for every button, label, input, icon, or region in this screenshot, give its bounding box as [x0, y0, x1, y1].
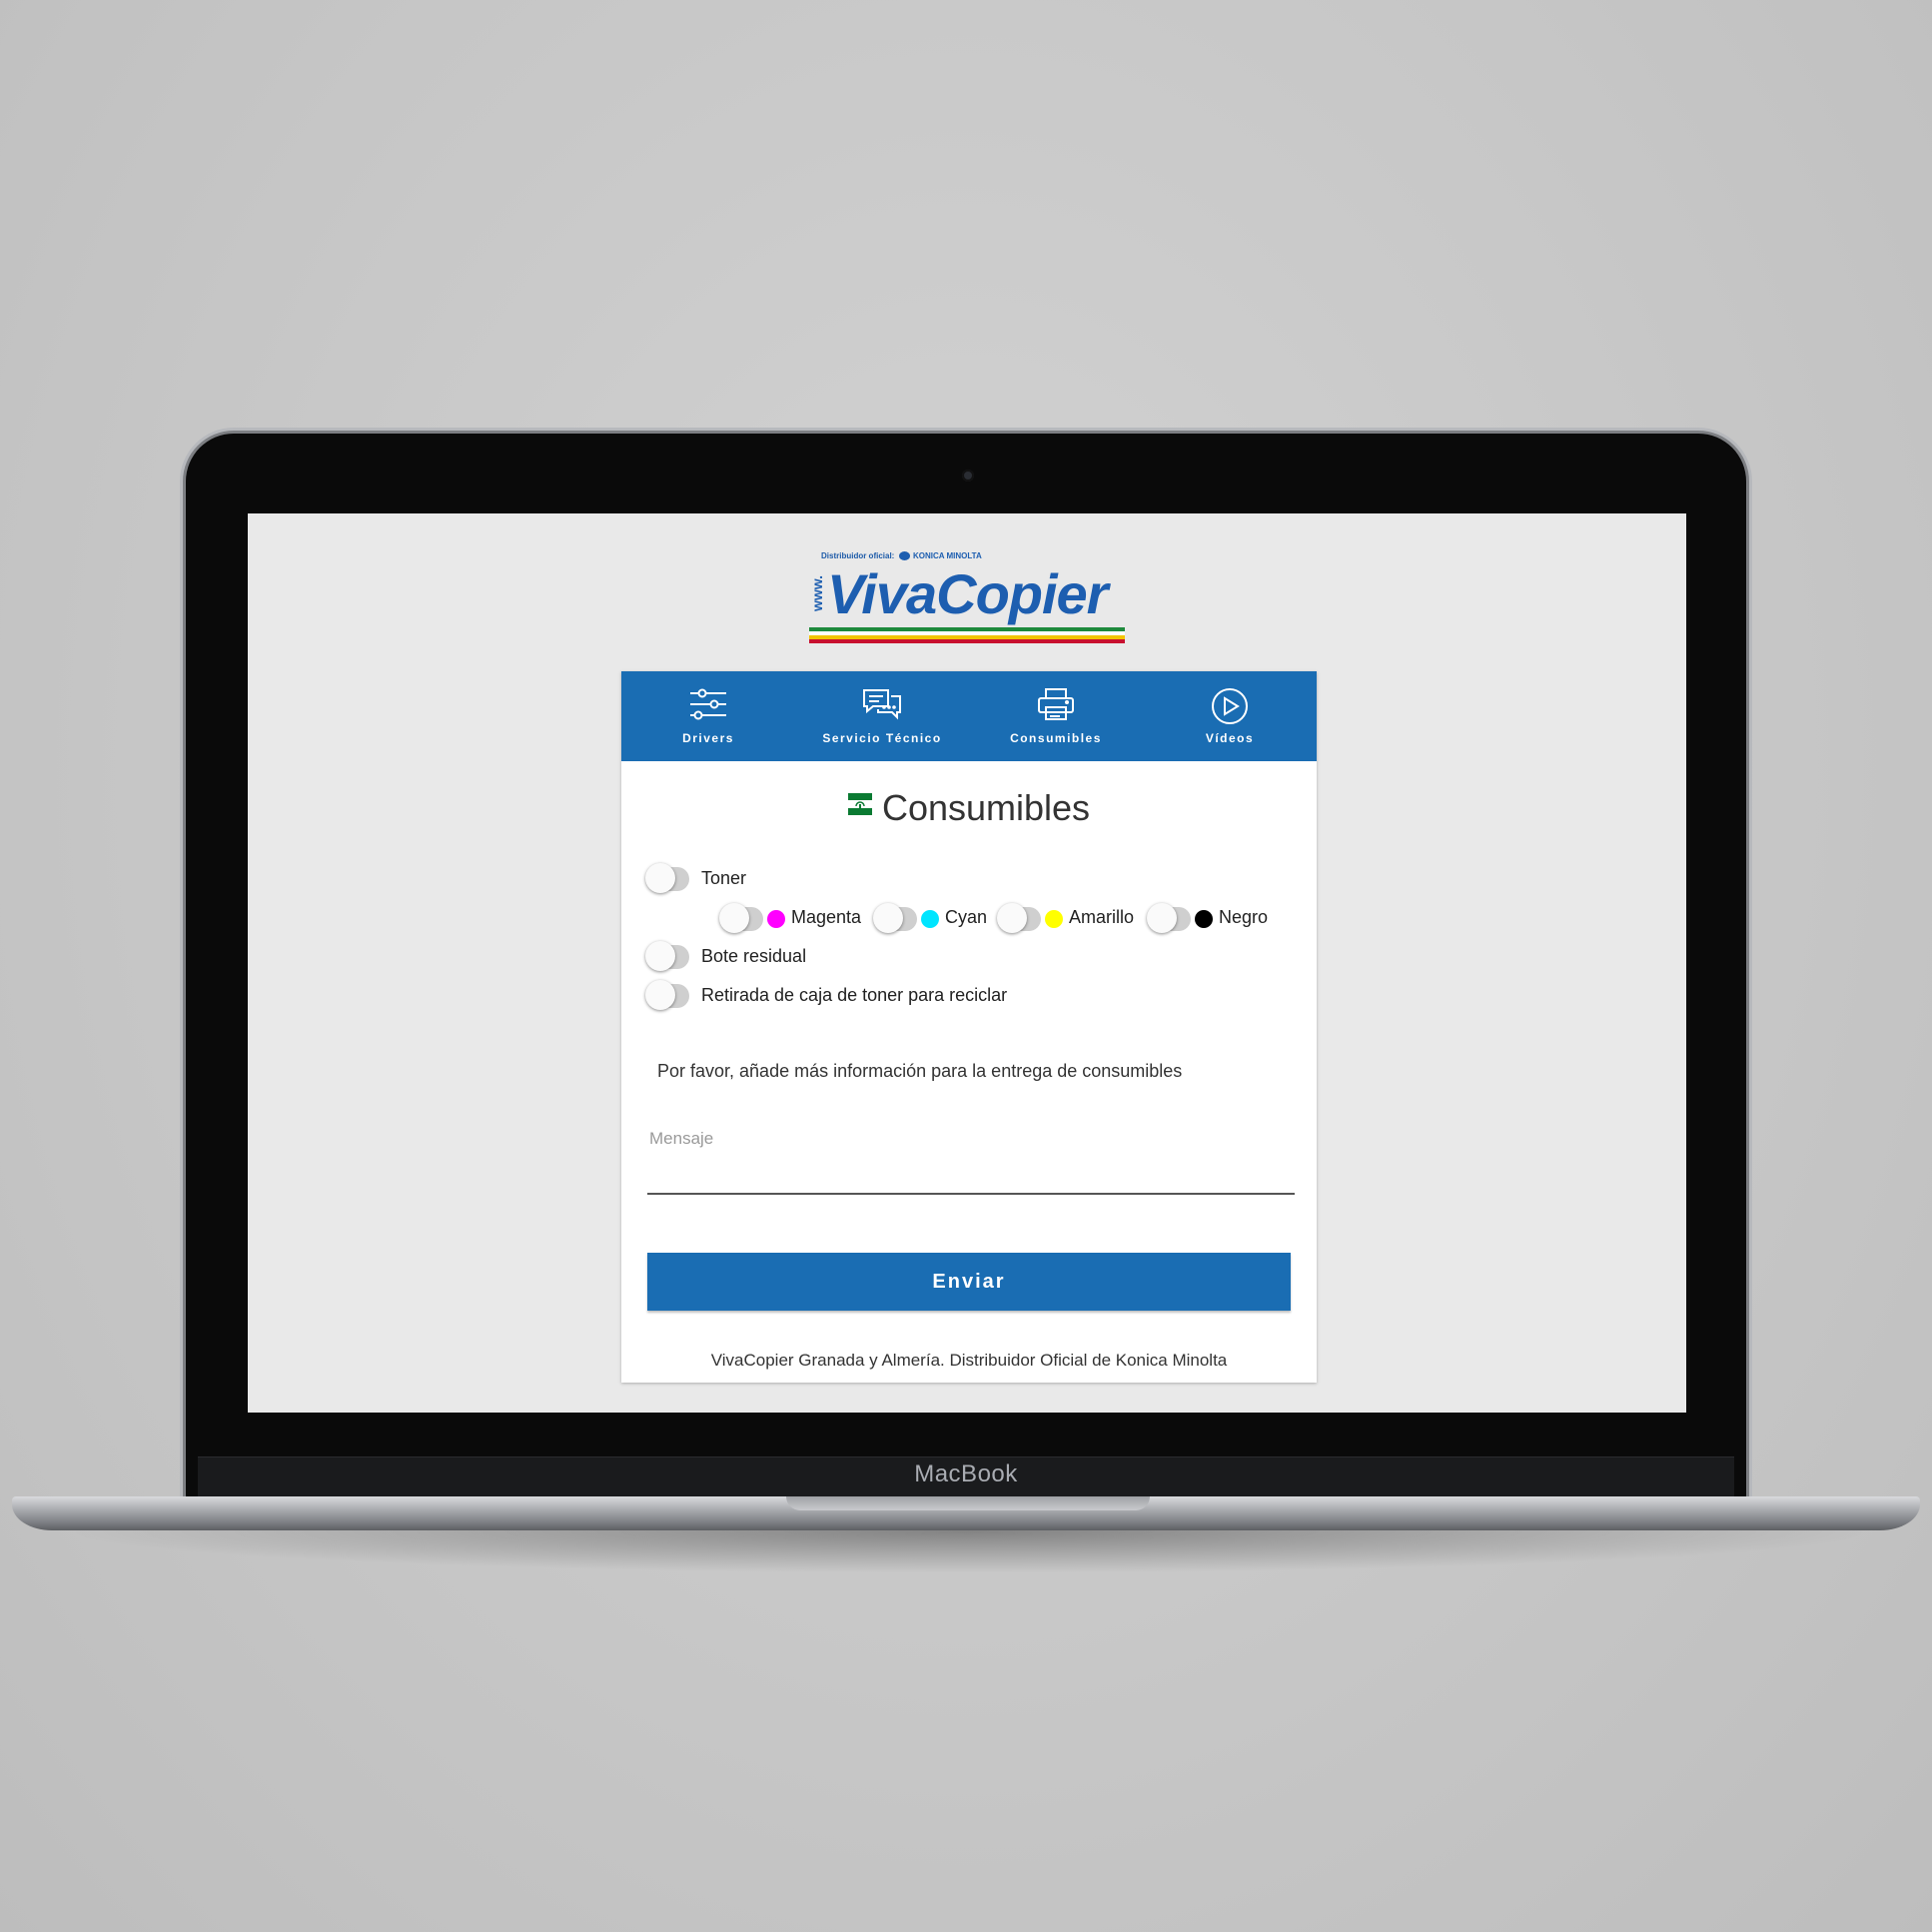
- retirada-label: Retirada de caja de toner para reciclar: [701, 985, 1008, 1005]
- laptop-notch: [786, 1496, 1150, 1510]
- magenta-label: Magenta: [791, 907, 862, 927]
- retirada-toggle[interactable]: [645, 980, 689, 1010]
- vivacopier-logo: Distribuidor oficial: KONICA MINOLTA www…: [809, 551, 1129, 643]
- toner-toggle[interactable]: [645, 863, 689, 893]
- toggle-knob: [1147, 903, 1177, 933]
- nav-label: Servicio Técnico: [822, 731, 942, 745]
- magenta-toggle[interactable]: [719, 903, 763, 933]
- amarillo-color-dot: [1045, 910, 1063, 928]
- nav-servicio-tecnico[interactable]: Servicio Técnico: [795, 671, 969, 761]
- cyan-color-dot: [921, 910, 939, 928]
- browser-screen: Distribuidor oficial: KONICA MINOLTA www…: [248, 513, 1686, 1413]
- logo-tagline: Distribuidor oficial:: [821, 551, 895, 560]
- toggle-knob: [873, 903, 903, 933]
- bote-residual-toggle[interactable]: [645, 941, 689, 971]
- negro-toggle[interactable]: [1147, 903, 1191, 933]
- cyan-toggle[interactable]: [873, 903, 917, 933]
- info-text: Por favor, añade más información para la…: [657, 1061, 1183, 1081]
- main-nav: Drivers Servicio Técnico Consumibles Víd…: [621, 671, 1317, 761]
- consumibles-card: Drivers Servicio Técnico Consumibles Víd…: [621, 671, 1317, 1383]
- cyan-label: Cyan: [945, 907, 988, 927]
- page-title-row: Consumibles: [621, 787, 1317, 829]
- sliders-icon: [690, 688, 726, 720]
- footer-text: VivaCopier Granada y Almería. Distribuid…: [710, 1351, 1228, 1370]
- amarillo-label: Amarillo: [1069, 907, 1135, 927]
- message-input[interactable]: [647, 1151, 1295, 1195]
- camera-icon: [962, 470, 974, 482]
- amarillo-toggle[interactable]: [997, 903, 1041, 933]
- send-button[interactable]: Enviar: [647, 1253, 1291, 1311]
- printer-icon: [1038, 688, 1074, 720]
- toggle-knob: [719, 903, 749, 933]
- andalucia-flag-icon: [847, 793, 872, 815]
- toner-label: Toner: [701, 868, 747, 888]
- logo-stripe-red: [809, 639, 1125, 643]
- toggle-knob: [997, 903, 1027, 933]
- toggle-knob: [645, 941, 675, 971]
- page-title: Consumibles: [881, 787, 1091, 828]
- logo-name: VivaCopier: [827, 562, 1108, 625]
- toggle-knob: [645, 980, 675, 1010]
- nav-drivers[interactable]: Drivers: [621, 671, 795, 761]
- nav-videos[interactable]: Vídeos: [1143, 671, 1317, 761]
- nav-label: Drivers: [682, 731, 734, 745]
- chat-icon: [863, 689, 901, 720]
- negro-label: Negro: [1219, 907, 1269, 927]
- laptop-brand: MacBook: [914, 1460, 1018, 1487]
- toggle-knob: [645, 863, 675, 893]
- nav-label: Consumibles: [1010, 731, 1102, 745]
- nav-label: Vídeos: [1205, 731, 1255, 745]
- logo-partner: KONICA MINOLTA: [913, 551, 982, 560]
- message-label: Mensaje: [649, 1129, 714, 1148]
- negro-color-dot: [1195, 910, 1213, 928]
- nav-consumibles[interactable]: Consumibles: [969, 671, 1143, 761]
- play-icon: [1212, 688, 1248, 724]
- logo-prefix: www.: [809, 574, 825, 611]
- magenta-color-dot: [767, 910, 785, 928]
- bote-residual-label: Bote residual: [701, 946, 807, 966]
- konica-minolta-logo-icon: [899, 551, 910, 560]
